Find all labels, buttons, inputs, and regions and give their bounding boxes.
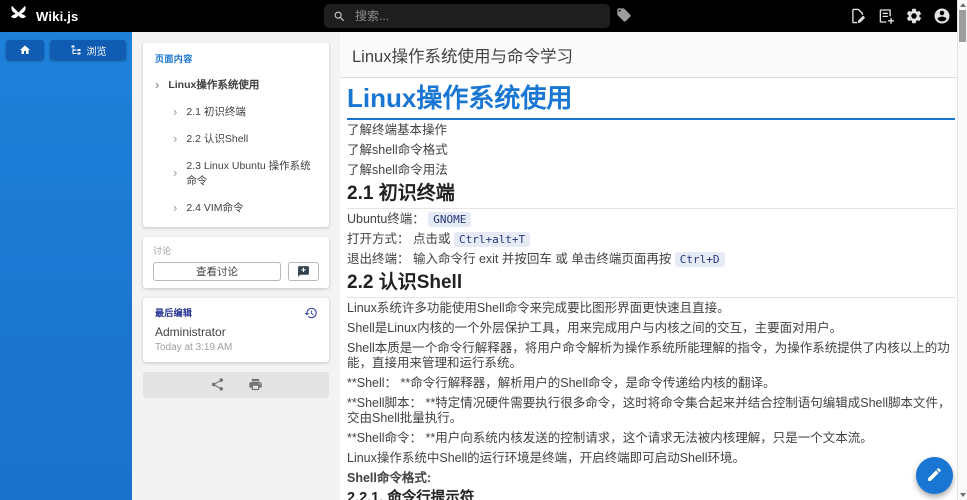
text: 打开方式： 点击或 (347, 232, 454, 246)
top-navbar: Wiki.js (0, 0, 967, 32)
print-icon (248, 380, 263, 395)
browse-button[interactable]: 浏览 (50, 40, 126, 60)
discussion-header: 讨论 (153, 244, 319, 257)
file-tree-icon (70, 44, 82, 56)
search-bar[interactable] (324, 4, 610, 28)
scroll-down-arrow[interactable] (960, 493, 966, 497)
account-button[interactable] (932, 7, 951, 26)
toc-card: 页面内容 › Linux操作系统使用 › 2.1 初识终端 › 2.2 认识Sh… (143, 43, 329, 227)
chevron-right-icon: › (173, 134, 177, 144)
chevron-right-icon: › (173, 168, 177, 178)
discussion-card: 讨论 查看讨论 (143, 237, 329, 288)
paragraph: **Shell： **命令行解释器，解析用户的Shell命令，是命令传递给内核的… (347, 373, 955, 393)
share-button[interactable] (209, 377, 225, 393)
toc-item[interactable]: › 2.3 Linux Ubuntu 操作系统命令 (143, 152, 329, 194)
code-chip: Ctrl+D (675, 252, 725, 267)
browse-tags-button[interactable] (613, 6, 635, 26)
tag-icon (616, 11, 632, 26)
toc-item-label: 2.4 VIM命令 (186, 200, 243, 215)
search-icon (333, 10, 346, 23)
toc-item[interactable]: › 2.4 VIM命令 (143, 194, 329, 221)
toc-header: 页面内容 (143, 52, 329, 71)
page-actions-card (143, 372, 329, 398)
code-chip: Ctrl+alt+T (454, 232, 530, 247)
home-button[interactable] (6, 40, 44, 60)
toc-item-label: 2.3 Linux Ubuntu 操作系统命令 (186, 158, 317, 188)
article-h1: Linux操作系统使用 (347, 83, 955, 120)
browse-label: 浏览 (87, 43, 107, 58)
share-icon (210, 380, 225, 395)
paragraph: Linux操作系统中Shell的运行环境是终端，开启终端即可启动Shell环境。 (347, 448, 955, 468)
admin-settings-button[interactable] (904, 7, 923, 26)
paragraph: **Shell脚本： **特定情况硬件需要执行很多命令，这时将命令集合起来并结合… (347, 393, 955, 428)
home-icon (19, 44, 31, 56)
paragraph: 退出终端： 输入命令行 exit 并按回车 或 单击终端页面再按 Ctrl+D (347, 249, 955, 269)
chevron-right-icon: › (155, 80, 159, 90)
print-button[interactable] (247, 377, 263, 393)
wikijs-app: Wiki.js (0, 0, 967, 500)
paragraph: Ubuntu终端： GNOME (347, 209, 955, 229)
section-heading-2-1: 2.1 初识终端 (347, 183, 955, 209)
paragraph: 了解shell命令用法 (347, 160, 955, 180)
page-history-button[interactable] (304, 305, 320, 321)
toc-item-root[interactable]: › Linux操作系统使用 (143, 71, 329, 98)
new-comment-button[interactable] (288, 262, 319, 281)
paragraph: 打开方式： 点击或 Ctrl+alt+T (347, 229, 955, 249)
scrollbar-thumb[interactable] (959, 10, 966, 42)
edit-page-button[interactable] (848, 7, 867, 26)
paragraph: Linux系统许多功能使用Shell命令来完成要比图形界面更快速且直接。 (347, 298, 955, 318)
page-header: Linux操作系统使用与命令学习 (340, 32, 967, 78)
last-edited-header: 最后编辑 (155, 306, 317, 319)
topbar-actions (848, 0, 951, 32)
code-chip: GNOME (428, 212, 471, 227)
toc-item-label: Linux操作系统使用 (168, 77, 259, 92)
brand-title: Wiki.js (36, 9, 78, 24)
section-heading-2-2-1: 2.2.1. 命令行提示符 (347, 490, 955, 500)
page-title: Linux操作系统使用与命令学习 (352, 43, 573, 67)
paragraph: 了解shell命令格式 (347, 140, 955, 160)
paragraph: Shell本质是一个命令行解释器，将用户命令解析为操作系统所能理解的指令，为操作… (347, 338, 955, 373)
toc-item[interactable]: › 2.2 认识Shell (143, 125, 329, 152)
last-edited-card: 最后编辑 Administrator Today at 3:19 AM (143, 298, 329, 362)
scroll-up-arrow[interactable] (960, 3, 966, 7)
page-edit-icon (849, 13, 867, 28)
paragraph: 了解终端基本操作 (347, 120, 955, 140)
gear-icon (905, 13, 923, 28)
history-icon (304, 306, 320, 320)
bold-paragraph: Shell命令格式: (347, 468, 955, 488)
toc-item[interactable]: › 2.1 初识终端 (143, 98, 329, 125)
page-scrollbar[interactable] (957, 0, 967, 500)
toc-item-label: 2.1 初识终端 (186, 104, 246, 119)
wikijs-logo-icon (8, 3, 29, 29)
paragraph: **Shell命令： **用户向系统内核发送的控制请求，这个请求无法被内核理解，… (347, 428, 955, 448)
chevron-right-icon: › (173, 203, 177, 213)
list-plus-icon (877, 13, 895, 28)
text: Ubuntu终端： (347, 212, 428, 226)
brand[interactable]: Wiki.js (0, 3, 78, 29)
section-heading-2-2: 2.2 认识Shell (347, 272, 955, 298)
chevron-right-icon: › (173, 107, 177, 117)
search-input[interactable] (353, 8, 601, 24)
main-content: Linux操作系统使用与命令学习 Linux操作系统使用 了解终端基本操作 了解… (340, 32, 967, 500)
last-edited-author: Administrator (155, 325, 317, 339)
sidebar-nav-buttons: 浏览 (6, 40, 126, 60)
pencil-icon (926, 466, 943, 486)
comment-plus-icon (297, 265, 310, 278)
article: Linux操作系统使用 了解终端基本操作 了解shell命令格式 了解shell… (340, 78, 967, 500)
paragraph: Shell是Linux内核的一个外层保护工具，用来完成用户与内核之间的交互，主要… (347, 318, 955, 338)
text: 退出终端： 输入命令行 exit 并按回车 或 单击终端页面再按 (347, 252, 675, 266)
view-discussion-button[interactable]: 查看讨论 (153, 262, 281, 281)
new-page-button[interactable] (876, 7, 895, 26)
last-edited-time: Today at 3:19 AM (155, 342, 317, 353)
main-sidebar: 浏览 (0, 32, 132, 500)
account-circle-icon (933, 13, 951, 28)
toc-item-label: 2.2 认识Shell (186, 131, 248, 146)
edit-fab-button[interactable] (916, 457, 953, 494)
page-side-rail: 页面内容 › Linux操作系统使用 › 2.1 初识终端 › 2.2 认识Sh… (132, 32, 340, 500)
app-body: 浏览 页面内容 › Linux操作系统使用 › 2.1 初识终端 › 2.2 认… (0, 32, 967, 500)
